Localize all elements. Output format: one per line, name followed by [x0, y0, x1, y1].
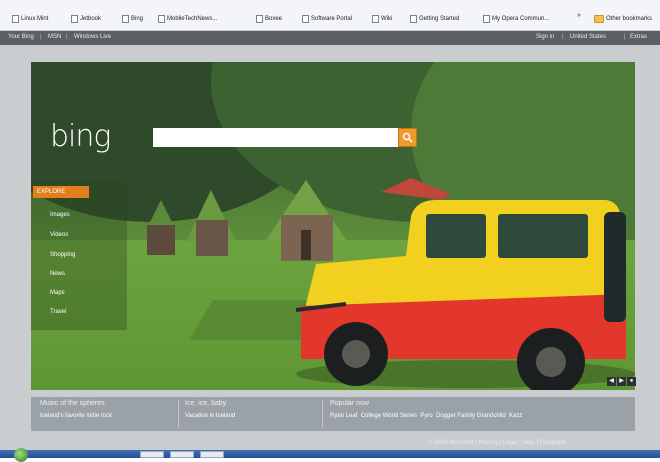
nav-overlay: [31, 180, 127, 330]
nav-item-images[interactable]: Images: [50, 212, 70, 218]
bookmark-jetbook[interactable]: Jetbook: [71, 12, 101, 26]
info-button[interactable]: ●: [627, 377, 636, 386]
footer-link[interactable]: Iceland's favorite indie rock: [40, 413, 112, 419]
bookmark-wiki[interactable]: Wiki: [372, 12, 392, 26]
topbar-link-extras[interactable]: Extras: [630, 34, 647, 40]
topbar-divider: |: [66, 34, 68, 40]
topbar-divider: |: [40, 34, 42, 40]
bookmark-software-portal[interactable]: Software Portal: [302, 12, 352, 26]
bookmark-linux-mint[interactable]: Linux Mint: [12, 12, 48, 26]
folder-icon: [594, 15, 604, 23]
taskbar-button[interactable]: [140, 451, 164, 458]
bookmarks-bar: Linux Mint Jetbook Bing MobileTechNews..…: [0, 0, 660, 31]
page-icon: [483, 15, 490, 23]
page-icon: [158, 15, 165, 23]
previous-image-button[interactable]: ◀: [607, 377, 616, 386]
bookmark-other-bookmarks[interactable]: Other bookmarks: [594, 12, 652, 26]
nav-item-videos[interactable]: Videos: [50, 232, 68, 238]
footer-col-music[interactable]: Music of the spheres Iceland's favorite …: [40, 400, 112, 419]
topbar-link-msn[interactable]: MSN: [48, 34, 61, 40]
footer-divider: [322, 400, 323, 428]
search-icon: [402, 132, 413, 143]
footer-heading: Ice, ice, baby: [185, 400, 227, 407]
page-icon: [256, 15, 263, 23]
popular-item[interactable]: Pyro: [420, 413, 432, 419]
nav-item-travel[interactable]: Travel: [50, 309, 66, 315]
popular-item[interactable]: Kazz: [509, 413, 522, 419]
nav-item-news[interactable]: News: [50, 271, 65, 277]
page-icon: [410, 15, 417, 23]
nav-item-maps[interactable]: Maps: [50, 290, 65, 296]
topbar-link-sign-in[interactable]: Sign in: [536, 34, 554, 40]
bookmark-my-opera[interactable]: My Opera Commun...: [483, 12, 549, 26]
popular-list: Ryan Leaf College World Series Pyro Dogg…: [330, 413, 522, 419]
footer-col-popular: Popular now Ryan Leaf College World Seri…: [330, 400, 522, 419]
popular-item[interactable]: College World Series: [361, 413, 417, 419]
popular-item[interactable]: Ryan Leaf: [330, 413, 357, 419]
page-icon: [71, 15, 78, 23]
topbar-divider: |: [624, 34, 626, 40]
page-icon: [12, 15, 19, 23]
windows-taskbar: [0, 450, 660, 458]
search-button[interactable]: [398, 128, 417, 147]
bookmark-bing[interactable]: Bing: [122, 12, 143, 26]
nav-explore[interactable]: EXPLORE: [33, 186, 89, 198]
bookmark-mobiletechnews[interactable]: MobileTechNews...: [158, 12, 217, 26]
footer-divider: [178, 400, 179, 428]
chevron-icon[interactable]: »: [577, 12, 581, 19]
taskbar-button[interactable]: [170, 451, 194, 458]
footer-heading: Music of the spheres: [40, 400, 105, 407]
topbar-link-windows-live[interactable]: Windows Live: [74, 34, 111, 40]
topbar-link-your-bing[interactable]: Your Bing: [8, 34, 34, 40]
bookmark-boxee[interactable]: Boxee: [256, 12, 282, 26]
topbar-divider: |: [562, 34, 564, 40]
nav-item-shopping[interactable]: Shopping: [50, 252, 75, 258]
page-icon: [372, 15, 379, 23]
next-image-button[interactable]: ▶: [617, 377, 626, 386]
bookmark-getting-started[interactable]: Getting Started: [410, 12, 459, 26]
page-icon: [122, 15, 129, 23]
taskbar-button[interactable]: [200, 451, 224, 458]
footer-col-ice[interactable]: Ice, ice, baby Vacation in Iceland: [185, 400, 235, 419]
copyright-text: © 2009 Microsoft | Privacy | Legal | Hel…: [428, 440, 567, 446]
footer-heading: Popular now: [330, 400, 369, 407]
page-icon: [302, 15, 309, 23]
yellow-red-jeep: [295, 200, 635, 390]
topbar-link-united-states[interactable]: United States: [570, 34, 606, 40]
footer-link[interactable]: Vacation in Iceland: [185, 413, 235, 419]
start-button-icon[interactable]: [14, 448, 28, 462]
search-input[interactable]: [153, 128, 398, 147]
popular-item[interactable]: Dogger Family Grandchild: [436, 413, 506, 419]
bing-logo[interactable]: bing: [50, 120, 111, 154]
